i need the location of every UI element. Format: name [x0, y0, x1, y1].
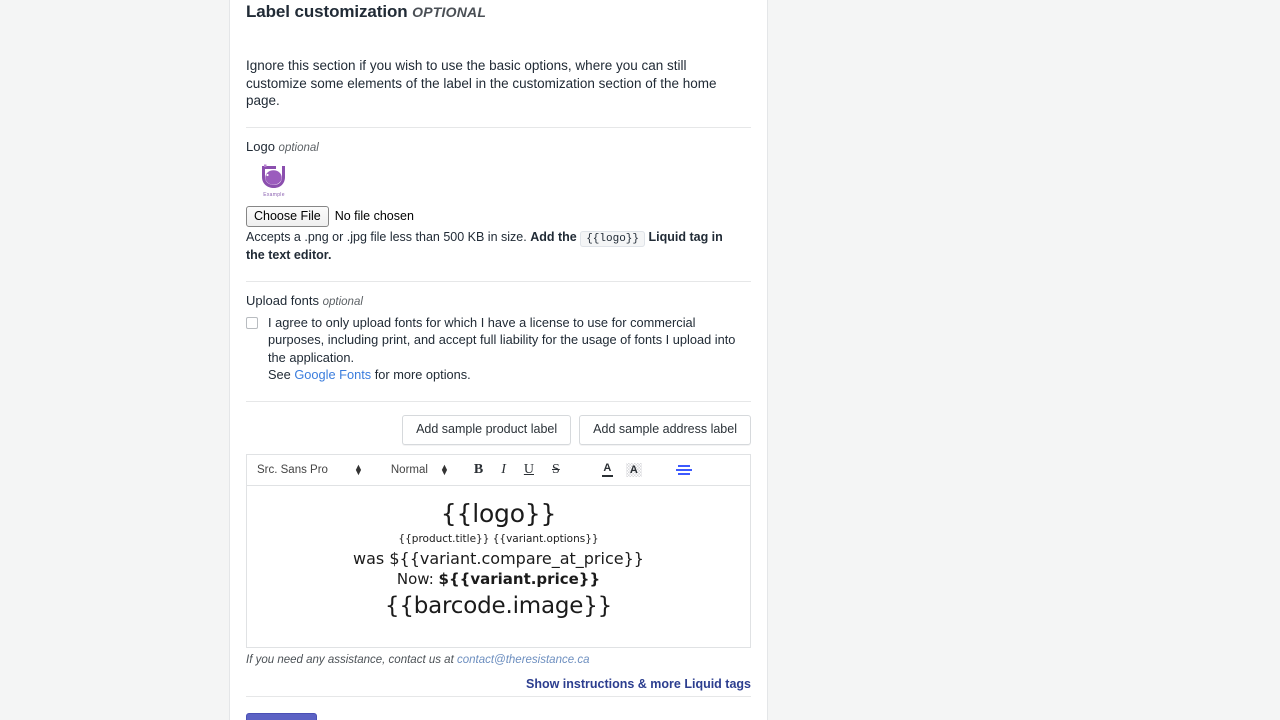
logo-file-input-row[interactable]: Choose File No file chosen	[246, 205, 751, 227]
align-line-1	[677, 464, 690, 467]
fonts-agreement-row[interactable]: I agree to only upload fonts for which I…	[246, 314, 751, 384]
assistance-text: If you need any assistance, contact us a…	[246, 654, 751, 666]
divider-2	[246, 280, 751, 282]
see-suffix: for more options.	[371, 367, 471, 382]
align-center-button[interactable]	[670, 464, 698, 475]
chevron-updown-icon-2: ▲ ▼	[439, 461, 449, 477]
font-family-select[interactable]: Src. Sans Pro ▲ ▼	[257, 461, 379, 477]
instructions-row: Show instructions & more Liquid tags	[246, 677, 751, 696]
section-intro-text: Ignore this section if you wish to use t…	[246, 58, 717, 108]
highlight-color-button[interactable]: A	[625, 462, 642, 477]
page-root: Label customization OPTIONAL Ignore this…	[0, 0, 1280, 720]
text-color-button[interactable]: A	[593, 461, 622, 477]
content-column: Label customization OPTIONAL Ignore this…	[229, 0, 768, 720]
font-size-value: Normal	[390, 463, 428, 476]
divider-1	[246, 126, 751, 128]
editor-line-now-price: Now: ${{variant.price}}	[247, 569, 750, 590]
editor-line-product-title: {{product.title}} {{variant.options}}	[398, 532, 599, 545]
font-size-select[interactable]: Normal ▲ ▼	[379, 461, 465, 477]
section-title-text: Label customization	[246, 2, 408, 21]
logo-helper-text: Accepts a .png or .jpg file less than 50…	[246, 229, 733, 264]
assistance-prefix: If you need any assistance, contact us a…	[246, 653, 457, 666]
fonts-optional-text: optional	[322, 295, 363, 308]
whale-logo-icon	[262, 164, 285, 188]
fonts-agreement-text: I agree to only upload fonts for which I…	[268, 314, 744, 384]
divider-3	[246, 400, 751, 402]
fonts-agreement-checkbox[interactable]	[246, 316, 258, 329]
label-text-editor: Src. Sans Pro ▲ ▼ Normal ▲ ▼ B I U S A A…	[246, 453, 751, 648]
label-customization-card: Label customization OPTIONAL Ignore this…	[229, 0, 768, 720]
logo-preview: Example	[252, 163, 296, 199]
google-fonts-link[interactable]: Google Fonts	[294, 367, 371, 382]
save-button-wrap: Save	[246, 697, 751, 720]
sample-buttons-row: Add sample product label Add sample addr…	[246, 414, 751, 445]
liquid-tag-chip: {{logo}}	[580, 230, 646, 247]
editor-canvas[interactable]: {{logo}} {{product.title}} {{variant.opt…	[247, 486, 750, 647]
fonts-agreement-label: I agree to only upload fonts for which I…	[268, 314, 736, 365]
align-line-3	[677, 472, 690, 475]
page-title: Label customization OPTIONAL	[246, 0, 751, 22]
see-prefix: See	[268, 367, 295, 382]
strikethrough-button[interactable]: S	[543, 462, 569, 478]
save-button[interactable]: Save	[246, 712, 317, 720]
logo-label-text: Logo	[246, 138, 275, 154]
show-instructions-link[interactable]: Show instructions & more Liquid tags	[526, 677, 751, 691]
editor-line-barcode: {{barcode.image}}	[384, 592, 613, 619]
font-family-value: Src. Sans Pro	[257, 463, 328, 476]
fonts-field-label: Upload fonts optional	[246, 293, 751, 310]
bold-button[interactable]: B	[465, 462, 492, 478]
support-email-link[interactable]: contact@theresistance.ca	[457, 654, 590, 666]
align-line-2	[675, 468, 692, 471]
editor-line-logo: {{logo}}	[440, 498, 557, 528]
text-color-underline-bar	[601, 474, 613, 477]
add-sample-address-label-button[interactable]: Add sample address label	[579, 414, 751, 445]
chevron-updown-icon: ▲ ▼	[353, 461, 363, 477]
logo-helper-bold-1: Add the	[530, 229, 577, 244]
now-price-value: ${{variant.price}}	[438, 569, 601, 588]
editor-toolbar: Src. Sans Pro ▲ ▼ Normal ▲ ▼ B I U S A A	[247, 455, 750, 486]
italic-button[interactable]: I	[492, 462, 515, 478]
editor-line-compare-price: was ${{variant.compare_at_price}}	[353, 548, 644, 568]
add-sample-product-label-button[interactable]: Add sample product label	[402, 414, 572, 445]
logo-optional-text: optional	[278, 141, 319, 154]
now-prefix: Now:	[396, 569, 439, 588]
section-optional-badge: OPTIONAL	[412, 4, 487, 20]
file-status-text: No file chosen	[334, 209, 414, 223]
logo-preview-caption: Example	[263, 191, 285, 198]
choose-file-button[interactable]: Choose File	[246, 205, 329, 227]
text-color-icon: A	[603, 461, 612, 474]
logo-helper-prefix: Accepts a .png or .jpg file less than 50…	[246, 229, 531, 244]
logo-field-label: Logo optional	[246, 139, 751, 156]
fonts-label-text: Upload fonts	[246, 292, 319, 308]
underline-button[interactable]: U	[515, 462, 543, 478]
